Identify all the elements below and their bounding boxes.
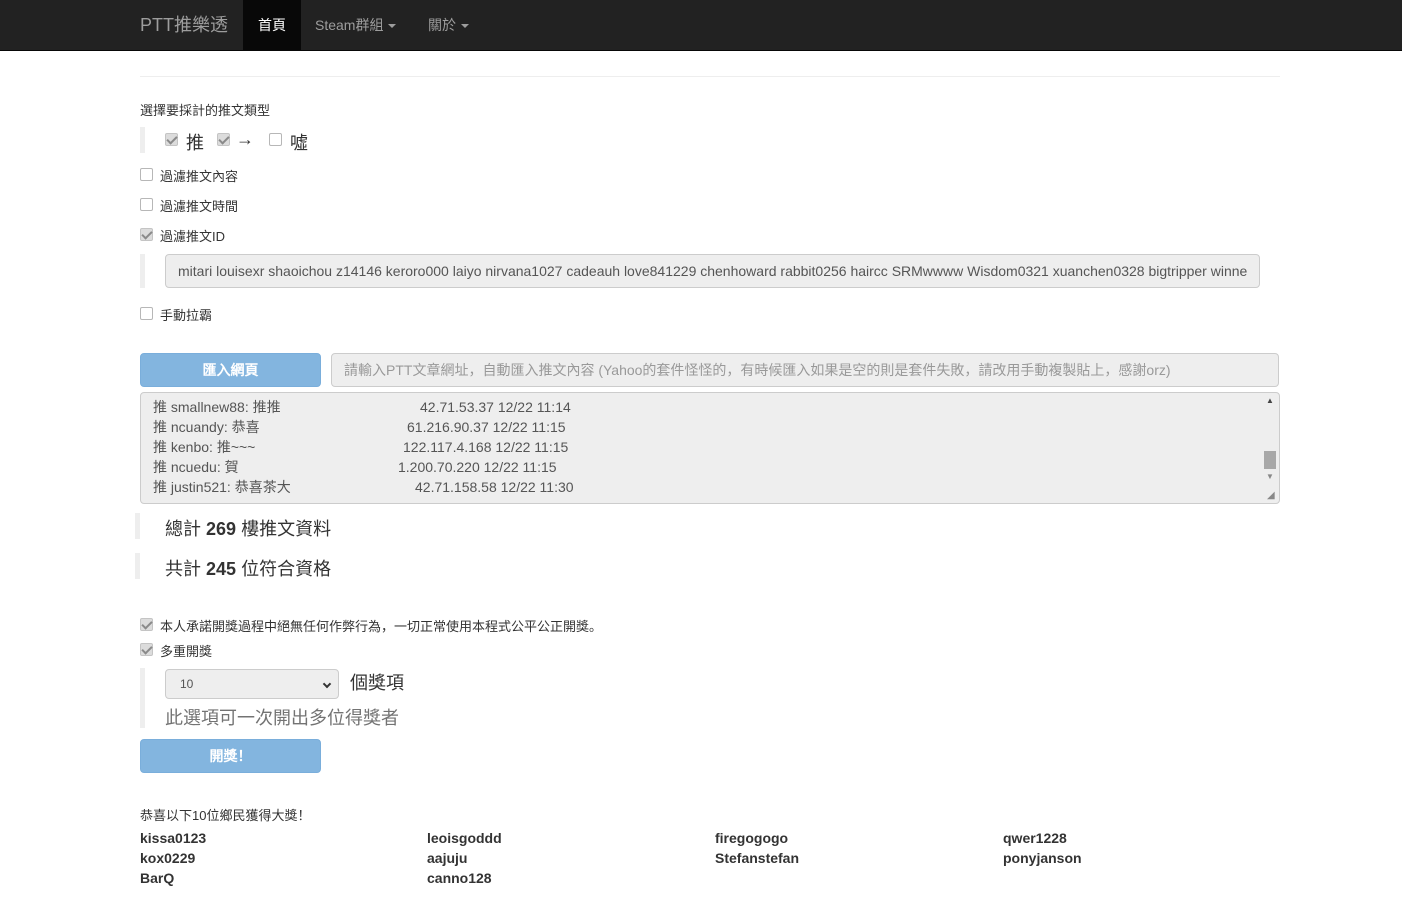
winner-name: BarQ [140, 870, 175, 886]
winner-name: kox0229 [140, 850, 196, 866]
scroll-up-arrow-icon[interactable]: ▲ [1265, 396, 1275, 406]
prize-unit-label: 個獎項 [350, 673, 404, 693]
quote-bar [140, 254, 145, 288]
id-filter-input[interactable]: mitari louisexr shaoichou z14146 keroro0… [165, 254, 1260, 288]
filter-id-checkbox[interactable] [140, 228, 153, 241]
nav-about-label: 關於 [428, 17, 456, 33]
nav-steam-group[interactable]: Steam群組 [300, 0, 411, 50]
push-line-text: 推 ncuedu: 賀 [153, 459, 239, 475]
type-boo-checkbox[interactable] [269, 133, 282, 146]
filter-time-label: 過濾推文時間 [160, 199, 239, 214]
filter-id-label: 過濾推文ID [160, 229, 226, 244]
ptt-url-input[interactable]: 請輸入PTT文章網址，自動匯入推文內容 (Yahoo的套件怪怪的，有時候匯入如果… [331, 353, 1279, 387]
multi-draw-label: 多重開獎 [160, 644, 213, 659]
filter-heading: 選擇要採計的推文類型 [140, 103, 271, 118]
total-pushes-stat: 總計 269 樓推文資料 [165, 515, 331, 541]
winner-name: aajuju [427, 850, 468, 866]
multi-draw-checkbox[interactable] [140, 643, 153, 656]
quote-bar [140, 127, 145, 153]
quote-bar [135, 553, 140, 579]
divider [140, 76, 1280, 77]
total-prefix: 總計 [165, 519, 201, 539]
push-line-meta: 1.200.70.220 12/22 11:15 [398, 459, 557, 475]
manual-pull-label: 手動拉霸 [160, 308, 213, 323]
winner-name: canno128 [427, 870, 492, 886]
push-line-text: 推 justin521: 恭喜茶大 [153, 479, 291, 495]
winner-name: leoisgoddd [427, 830, 502, 846]
pledge-checkbox[interactable] [140, 618, 153, 631]
eligible-suffix: 位符合資格 [241, 559, 332, 579]
multi-draw-help: 此選項可一次開出多位得獎者 [165, 708, 399, 728]
type-arrow-label: → [236, 129, 254, 149]
resize-grip-icon[interactable]: ◢ [1267, 491, 1277, 501]
draw-button[interactable]: 開獎！ [140, 739, 321, 773]
prize-count-select[interactable]: 10 [165, 669, 339, 699]
type-push-label: 推 [186, 133, 204, 153]
filter-content-checkbox[interactable] [140, 168, 153, 181]
chevron-down-icon [322, 679, 332, 689]
push-line-text: 推 kenbo: 推~~~ [153, 439, 256, 455]
winner-name: kissa0123 [140, 830, 207, 846]
winner-name: Stefanstefan [715, 850, 800, 866]
brand-logo[interactable]: PTT推樂透 [140, 0, 228, 50]
scrollbar-thumb[interactable] [1264, 451, 1276, 469]
eligible-users-stat: 共計 245 位符合資格 [165, 555, 331, 581]
nav-steam-group-label: Steam群組 [315, 17, 384, 33]
scroll-down-arrow-icon[interactable]: ▼ [1265, 472, 1275, 482]
results-heading: 恭喜以下10位鄉民獲得大獎！ [140, 808, 311, 823]
push-line-text: 推 smallnew88: 推推 [153, 399, 281, 415]
eligible-count: 245 [206, 559, 237, 579]
push-line-text: 推 ncuandy: 恭喜 [153, 419, 260, 435]
filter-time-checkbox[interactable] [140, 198, 153, 211]
type-boo-label: 噓 [290, 133, 308, 153]
import-page-button[interactable]: 匯入網頁 [140, 353, 321, 387]
prize-count-value: 10 [180, 677, 194, 691]
push-line-meta: 122.117.4.168 12/22 11:15 [403, 439, 569, 455]
nav-about[interactable]: 關於 [413, 0, 484, 50]
winner-name: firegogogo [715, 830, 789, 846]
caret-down-icon [388, 24, 397, 29]
caret-down-icon [461, 24, 469, 29]
nav-home[interactable]: 首頁 [243, 0, 301, 50]
quote-bar [135, 513, 140, 539]
type-arrow-checkbox[interactable] [217, 133, 230, 146]
winner-name: ponyjanson [1003, 850, 1082, 866]
navbar: PTT推樂透 首頁 Steam群組 關於 [0, 0, 1402, 51]
pledge-label: 本人承諾開獎過程中絕無任何作弊行為，一切正常使用本程式公平公正開獎。 [160, 619, 603, 634]
push-line-meta: 61.216.90.37 12/22 11:15 [407, 419, 566, 435]
push-line-meta: 42.71.158.58 12/22 11:30 [415, 479, 574, 495]
push-content-textarea[interactable]: 推 smallnew88: 推推 42.71.53.37 12/22 11:14… [140, 392, 1280, 504]
quote-bar [140, 668, 145, 728]
total-suffix: 樓推文資料 [241, 519, 332, 539]
winner-name: qwer1228 [1003, 830, 1067, 846]
filter-content-label: 過濾推文內容 [160, 169, 239, 184]
push-line-meta: 42.71.53.37 12/22 11:14 [420, 399, 571, 415]
type-push-checkbox[interactable] [165, 133, 178, 146]
total-count: 269 [206, 519, 237, 539]
eligible-prefix: 共計 [165, 559, 201, 579]
manual-pull-checkbox[interactable] [140, 307, 153, 320]
